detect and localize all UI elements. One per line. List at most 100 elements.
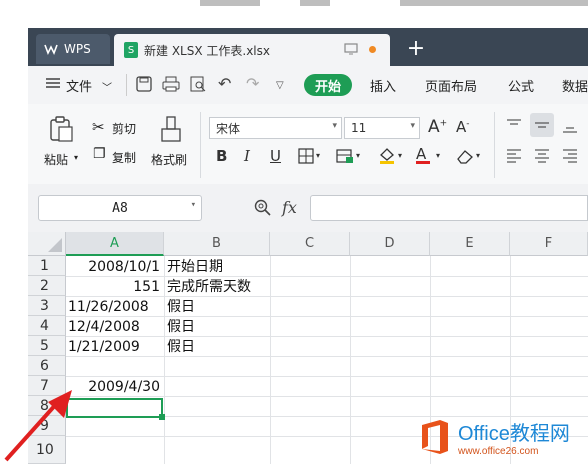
copy-icon[interactable]: ❐: [93, 146, 106, 162]
zoom-icon[interactable]: [254, 199, 272, 221]
formula-input[interactable]: [310, 195, 588, 221]
save-icon[interactable]: [136, 76, 152, 96]
watermark-url: www.office26.com: [458, 446, 539, 457]
arrow-annotation-icon: [4, 390, 72, 462]
decrease-font-icon[interactable]: A-: [456, 118, 470, 136]
menu-insert[interactable]: 插入: [370, 76, 396, 95]
cell-a2[interactable]: 151: [66, 277, 160, 297]
column-header-c[interactable]: C: [270, 232, 350, 256]
font-name-value: 宋体: [216, 121, 241, 136]
column-header-a[interactable]: A: [66, 232, 164, 256]
chevron-down-icon[interactable]: ▾: [398, 151, 402, 160]
align-bottom-icon[interactable]: [562, 118, 578, 138]
cell-b2[interactable]: 完成所需天数: [167, 277, 251, 297]
column-header-e[interactable]: E: [430, 232, 510, 256]
insert-function-button[interactable]: fx: [282, 198, 297, 217]
row-header-1[interactable]: 1: [28, 256, 66, 276]
cell-b4[interactable]: 假日: [167, 317, 195, 337]
format-painter-icon[interactable]: [160, 116, 182, 146]
cell-b1[interactable]: 开始日期: [167, 257, 223, 277]
tab-wps[interactable]: WPS: [36, 34, 110, 64]
unsaved-dot-icon: [369, 46, 376, 53]
align-middle-button[interactable]: [530, 113, 554, 137]
spreadsheet-icon: S: [124, 42, 138, 58]
align-left-icon[interactable]: [506, 148, 522, 168]
divider: [494, 112, 495, 178]
cell-a3[interactable]: 11/26/2008: [68, 297, 149, 317]
menu-start[interactable]: 开始: [304, 74, 352, 96]
format-painter-button[interactable]: 格式刷: [151, 151, 187, 168]
copy-button[interactable]: 复制: [112, 149, 136, 166]
select-all-corner[interactable]: [28, 232, 66, 256]
fill-color-icon[interactable]: [378, 146, 396, 168]
menu-file[interactable]: 文件: [66, 76, 92, 95]
cell-a7[interactable]: 2009/4/30: [66, 377, 160, 397]
tab-document-label: 新建 XLSX 工作表.xlsx: [144, 43, 270, 58]
quick-access-dropdown-icon[interactable]: ▽: [276, 80, 284, 91]
selected-cell-a8[interactable]: [66, 398, 163, 418]
font-size-value: 11: [351, 121, 367, 135]
column-header-d[interactable]: D: [350, 232, 430, 256]
chevron-down-icon[interactable]: ▾: [436, 151, 440, 160]
font-name-select[interactable]: 宋体 ▾: [209, 117, 342, 139]
border-icon[interactable]: [298, 148, 314, 168]
tab-wps-label: WPS: [64, 42, 91, 56]
print-preview-icon[interactable]: [190, 76, 206, 96]
chevron-down-icon: ▾: [332, 121, 337, 131]
row-header-4[interactable]: 4: [28, 316, 66, 336]
watermark-title: Office教程网: [458, 423, 570, 445]
cell-a1[interactable]: 2008/10/1: [66, 257, 160, 277]
italic-button[interactable]: I: [244, 147, 250, 165]
divider: [126, 74, 127, 96]
fill-handle[interactable]: [159, 414, 165, 420]
wps-logo-icon: [44, 44, 58, 55]
row-header-2[interactable]: 2: [28, 276, 66, 296]
chevron-down-icon[interactable]: ▾: [476, 151, 480, 160]
paste-icon[interactable]: [48, 116, 74, 146]
menu-formula[interactable]: 公式: [508, 76, 534, 95]
cell-b3[interactable]: 假日: [167, 297, 195, 317]
underline-button[interactable]: U: [270, 147, 281, 165]
menu-data[interactable]: 数据: [562, 76, 588, 95]
font-size-select[interactable]: 11 ▾: [344, 117, 420, 139]
column-header-b[interactable]: B: [164, 232, 270, 256]
paste-button[interactable]: 粘贴: [44, 151, 68, 168]
chevron-down-icon[interactable]: ﹀: [102, 79, 112, 94]
increase-font-icon[interactable]: A+: [428, 117, 447, 137]
gridline: [350, 256, 351, 464]
office-logo-icon: [418, 419, 452, 455]
tab-document[interactable]: S 新建 XLSX 工作表.xlsx: [114, 34, 390, 66]
print-icon[interactable]: [162, 76, 180, 96]
row-header-6[interactable]: 6: [28, 356, 66, 376]
divider: [200, 112, 201, 178]
align-top-icon[interactable]: [506, 118, 522, 136]
add-tab-button[interactable]: +: [404, 34, 428, 62]
undo-icon[interactable]: ↶: [218, 74, 231, 93]
cut-button[interactable]: 剪切: [112, 120, 136, 137]
chevron-down-icon[interactable]: ▾: [316, 151, 320, 160]
cut-icon[interactable]: ✂: [92, 118, 105, 136]
bold-button[interactable]: B: [216, 147, 227, 165]
cell-style-icon[interactable]: [336, 148, 354, 168]
cell-a5[interactable]: 1/21/2009: [68, 337, 140, 357]
font-color-icon[interactable]: A: [416, 145, 430, 164]
title-strip: [0, 0, 588, 28]
menu-page-layout[interactable]: 页面布局: [425, 76, 477, 95]
name-box-value: A8: [112, 200, 128, 216]
redo-icon[interactable]: ↷: [246, 74, 259, 93]
gridline: [270, 256, 271, 464]
cell-a4[interactable]: 12/4/2008: [68, 317, 140, 337]
row-header-3[interactable]: 3: [28, 296, 66, 316]
paste-dropdown-icon[interactable]: ▾: [74, 153, 78, 162]
window-icon[interactable]: [344, 43, 358, 58]
align-center-icon[interactable]: [534, 148, 550, 168]
align-right-icon[interactable]: [562, 148, 578, 168]
font-color-letter: A: [416, 145, 427, 163]
column-header-f[interactable]: F: [510, 232, 588, 256]
chevron-down-icon[interactable]: ▾: [356, 151, 360, 160]
cell-b5[interactable]: 假日: [167, 337, 195, 357]
hamburger-icon[interactable]: [46, 77, 60, 93]
row-header-5[interactable]: 5: [28, 336, 66, 356]
clear-format-icon[interactable]: [456, 148, 474, 168]
name-box[interactable]: A8 ▾: [38, 195, 202, 221]
